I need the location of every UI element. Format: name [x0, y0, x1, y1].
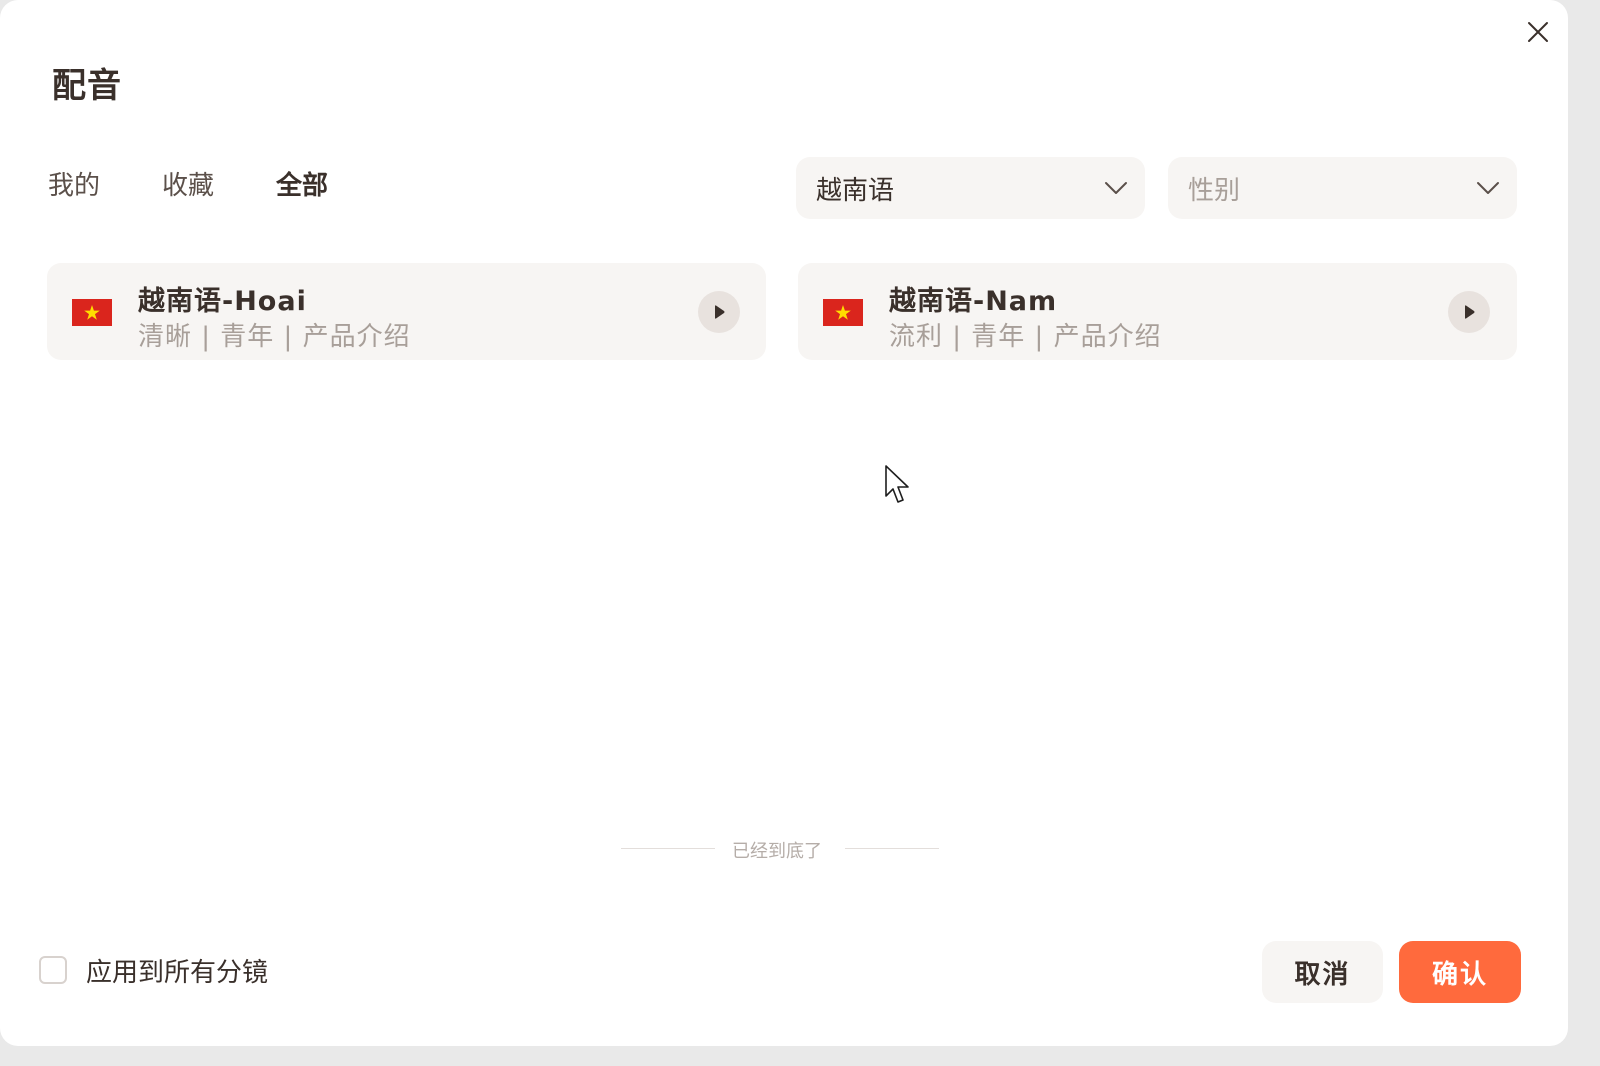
play-icon — [1465, 305, 1475, 319]
play-button[interactable] — [698, 291, 740, 333]
vietnam-flag-icon — [72, 299, 112, 326]
voice-card[interactable]: 越南语-Nam 流利 | 青年 | 产品介绍 — [798, 263, 1517, 360]
voice-name: 越南语-Hoai — [138, 286, 307, 317]
close-button[interactable] — [1522, 16, 1554, 48]
tab-favorites[interactable]: 收藏 — [162, 166, 214, 206]
tab-mine[interactable]: 我的 — [48, 166, 100, 206]
voice-dialog: 配音 我的 收藏 全部 越南语 性别 越南语-Hoai 清晰 | 青年 | 产品… — [0, 0, 1568, 1046]
tab-all[interactable]: 全部 — [276, 166, 328, 206]
apply-all-checkbox[interactable] — [39, 956, 67, 984]
gender-select[interactable]: 性别 — [1168, 157, 1517, 219]
list-end-text: 已经到底了 — [732, 841, 822, 862]
voice-tags: 流利 | 青年 | 产品介绍 — [889, 322, 1162, 352]
voice-name: 越南语-Nam — [889, 286, 1058, 317]
dialog-title: 配音 — [52, 66, 122, 106]
tab-bar: 我的 收藏 全部 — [48, 166, 390, 206]
language-select-value: 越南语 — [816, 175, 895, 206]
divider-right — [845, 848, 939, 849]
play-icon — [715, 305, 725, 319]
vietnam-flag-icon — [823, 299, 863, 326]
voice-tags: 清晰 | 青年 | 产品介绍 — [138, 322, 411, 352]
divider-left — [621, 848, 715, 849]
close-icon — [1528, 22, 1548, 42]
cancel-button[interactable]: 取消 — [1262, 941, 1383, 1003]
apply-all-label[interactable]: 应用到所有分镜 — [86, 952, 268, 989]
language-select[interactable]: 越南语 — [796, 157, 1145, 219]
chevron-down-icon — [1101, 173, 1131, 203]
voice-card[interactable]: 越南语-Hoai 清晰 | 青年 | 产品介绍 — [47, 263, 766, 360]
gender-select-placeholder: 性别 — [1188, 175, 1241, 206]
confirm-button[interactable]: 确认 — [1399, 941, 1521, 1003]
chevron-down-icon — [1473, 173, 1503, 203]
play-button[interactable] — [1448, 291, 1490, 333]
mouse-cursor-icon — [885, 465, 909, 503]
